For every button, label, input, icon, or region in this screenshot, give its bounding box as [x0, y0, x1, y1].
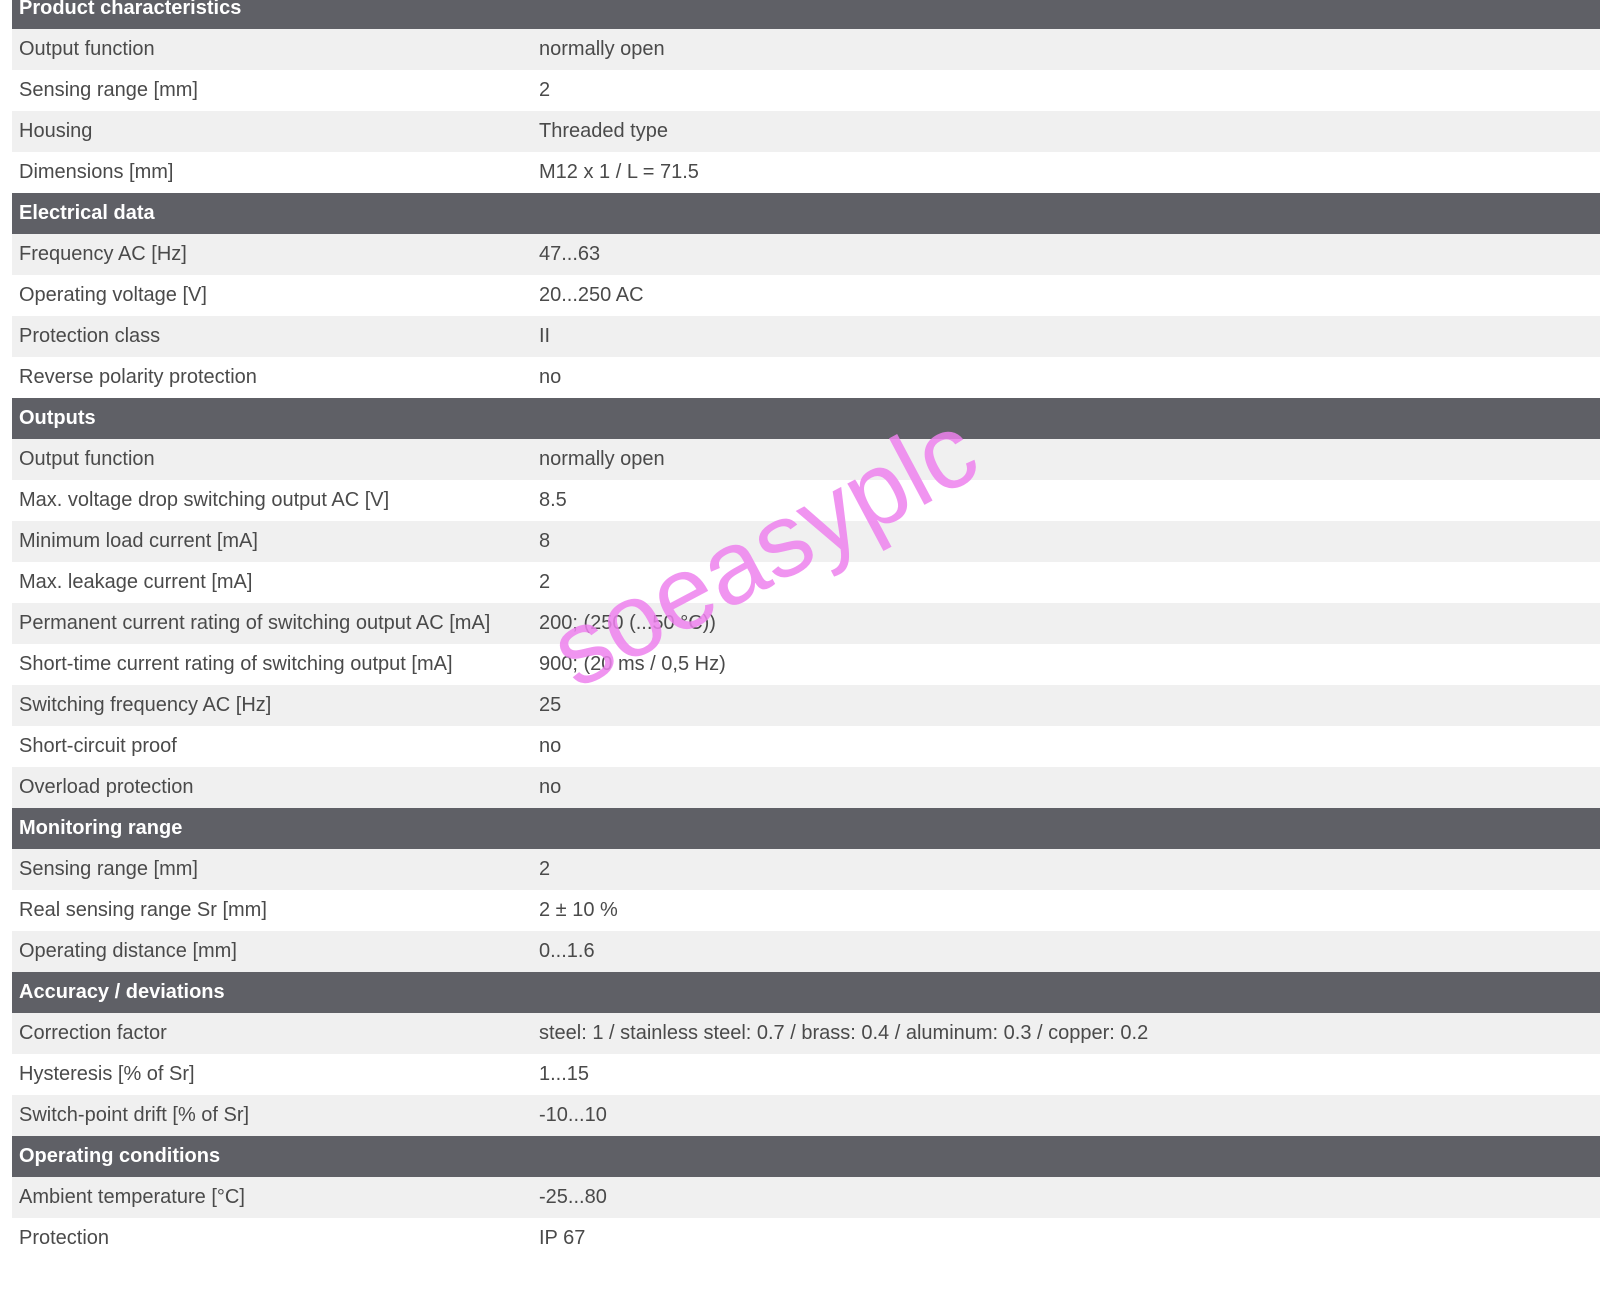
table-row: Output function normally open [12, 29, 1600, 70]
table-row: Minimum load current [mA] 8 [12, 521, 1600, 562]
row-value: M12 x 1 / L = 71.5 [539, 161, 699, 183]
row-value: 1...15 [539, 1063, 590, 1085]
row-value: 200; (250 (...50 °C)) [539, 612, 716, 634]
table-row: Operating voltage [V] 20...250 AC [12, 275, 1600, 316]
table-row: Overload protection no [12, 767, 1600, 808]
row-value: no [539, 776, 562, 798]
table-row: Sensing range [mm] 2 [12, 70, 1600, 111]
table-row: Short-time current rating of switching o… [12, 644, 1600, 685]
row-label: Short-circuit proof [19, 735, 177, 757]
row-label: Ambient temperature [°C] [19, 1186, 245, 1208]
row-label: Housing [19, 120, 93, 142]
table-row: Protection class II [12, 316, 1600, 357]
row-value: 25 [539, 694, 562, 716]
table-row: Max. leakage current [mA] 2 [12, 562, 1600, 603]
table-row: Max. voltage drop switching output AC [V… [12, 480, 1600, 521]
row-label: Reverse polarity protection [19, 366, 257, 388]
table-row: Short-circuit proof no [12, 726, 1600, 767]
row-label: Switching frequency AC [Hz] [19, 694, 272, 716]
row-label: Overload protection [19, 776, 194, 798]
row-value: 20...250 AC [539, 284, 644, 306]
section-header: Outputs [12, 398, 1600, 439]
table-row: Dimensions [mm] M12 x 1 / L = 71.5 [12, 152, 1600, 193]
row-value: 47...63 [539, 243, 601, 265]
table-row: Protection IP 67 [12, 1218, 1600, 1259]
row-label: Output function [19, 448, 155, 470]
table-row: Hysteresis [% of Sr] 1...15 [12, 1054, 1600, 1095]
table-row: Housing Threaded type [12, 111, 1600, 152]
section-header: Monitoring range [12, 808, 1600, 849]
row-value: no [539, 735, 562, 757]
row-label: Max. leakage current [mA] [19, 571, 253, 593]
row-label: Dimensions [mm] [19, 161, 174, 183]
table-row: Ambient temperature [°C] -25...80 [12, 1177, 1600, 1218]
table-row: Correction factor steel: 1 / stainless st… [12, 1013, 1600, 1054]
row-value: 8 [539, 530, 551, 552]
row-value: 2 [539, 858, 551, 880]
row-value: 2 ± 10 % [539, 899, 618, 921]
table-row: Output function normally open [12, 439, 1600, 480]
row-label: Hysteresis [% of Sr] [19, 1063, 195, 1085]
row-value: steel: 1 / stainless steel: 0.7 / brass:… [539, 1022, 1149, 1044]
row-label: Frequency AC [Hz] [19, 243, 187, 265]
table-row: Permanent current rating of switching ou… [12, 603, 1600, 644]
row-value: 2 [539, 571, 551, 593]
row-value: 2 [539, 79, 551, 101]
row-label: Max. voltage drop switching output AC [V… [19, 489, 390, 511]
table-row: Reverse polarity protection no [12, 357, 1600, 398]
section-header: Electrical data [12, 193, 1600, 234]
row-label: Real sensing range Sr [mm] [19, 899, 267, 921]
table-row: Operating distance [mm] 0...1.6 [12, 931, 1600, 972]
row-value: no [539, 366, 562, 388]
row-value: 900; (20 ms / 0,5 Hz) [539, 653, 726, 675]
row-label: Permanent current rating of switching ou… [19, 612, 491, 634]
section-header: Operating conditions [12, 1136, 1600, 1177]
table-row: Switching frequency AC [Hz] 25 [12, 685, 1600, 726]
row-value: II [539, 325, 551, 347]
row-value: Threaded type [539, 120, 668, 142]
row-label: Sensing range [mm] [19, 858, 198, 880]
row-value: -10...10 [539, 1104, 607, 1126]
row-value: normally open [539, 448, 665, 470]
row-value: normally open [539, 38, 665, 60]
table-row: Switch-point drift [% of Sr] -10...10 [12, 1095, 1600, 1136]
table-row: Real sensing range Sr [mm] 2 ± 10 % [12, 890, 1600, 931]
row-label: Minimum load current [mA] [19, 530, 258, 552]
row-value: -25...80 [539, 1186, 607, 1208]
row-label: Output function [19, 38, 155, 60]
row-label: Correction factor [19, 1022, 167, 1044]
row-value: IP 67 [539, 1227, 586, 1249]
row-label: Sensing range [mm] [19, 79, 198, 101]
table-row: Frequency AC [Hz] 47...63 [12, 234, 1600, 275]
row-label: Switch-point drift [% of Sr] [19, 1104, 250, 1126]
section-header: Product characteristics [12, 0, 1600, 29]
row-label: Operating voltage [V] [19, 284, 207, 306]
row-label: Protection [19, 1227, 110, 1249]
table-row: Sensing range [mm] 2 [12, 849, 1600, 890]
spec-table: Product characteristics Output function no… [12, 0, 1600, 1259]
row-label: Short-time current rating of switching o… [19, 653, 453, 675]
row-value: 8.5 [539, 489, 567, 511]
row-value: 0...1.6 [539, 940, 595, 962]
row-label: Operating distance [mm] [19, 940, 237, 962]
row-label: Protection class [19, 325, 161, 347]
section-header: Accuracy / deviations [12, 972, 1600, 1013]
